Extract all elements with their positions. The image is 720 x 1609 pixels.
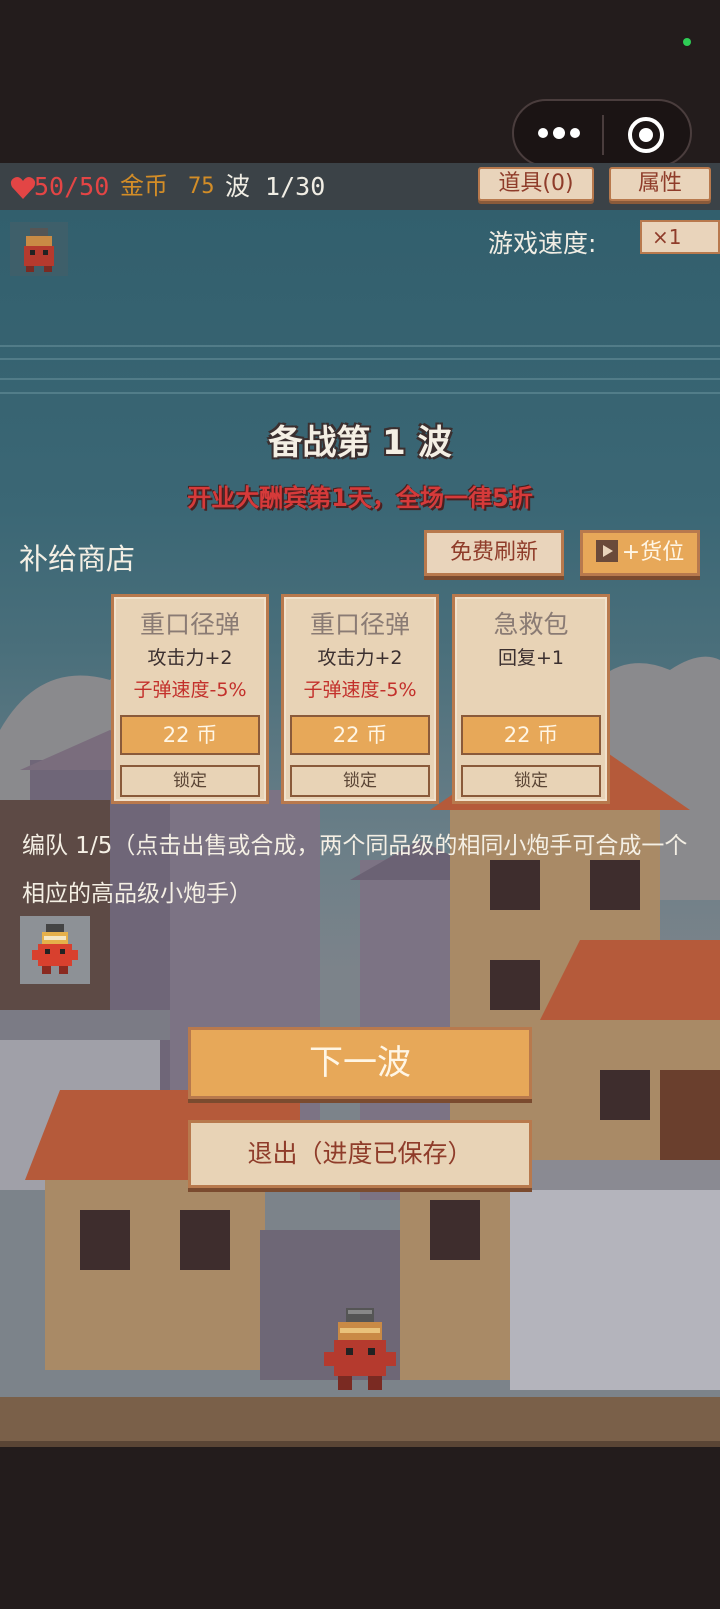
ground-edge — [0, 1441, 720, 1447]
card-stat: 回复+1 — [497, 647, 564, 669]
card-name: 重口径弹 — [139, 610, 240, 639]
speed-button[interactable]: ×1 — [640, 220, 720, 254]
ground — [0, 1397, 720, 1447]
sky-stripe — [0, 378, 720, 380]
add-slot-label: +货位 — [621, 540, 685, 565]
wave-counter: 波 1/30 — [225, 172, 326, 201]
card-name: 重口径弹 — [309, 610, 410, 639]
shop-card[interactable]: 重口径弹 攻击力+2 子弹速度-5% 22 币 锁定 — [281, 594, 439, 804]
gunner-icon — [32, 924, 78, 974]
lock-button[interactable]: 锁定 — [120, 765, 260, 797]
sky-stripe — [0, 345, 720, 347]
sky-stripe — [0, 358, 720, 360]
prep-title: 备战第 1 波 — [268, 423, 452, 463]
promo-banner: 开业大酬宾第1天，全场一律5折 — [187, 484, 533, 512]
miniprogram-capsule — [512, 99, 692, 167]
next-wave-button[interactable]: 下一波 — [188, 1027, 532, 1099]
team-member-slot[interactable] — [20, 916, 90, 984]
gunner-avatar-icon — [24, 228, 54, 272]
buy-button[interactable]: 22 币 — [290, 715, 430, 755]
card-stat: 攻击力+2 — [317, 647, 403, 669]
items-button[interactable]: 道具(0) — [478, 167, 594, 201]
gold-value: 75 — [188, 174, 215, 199]
close-target-icon[interactable] — [626, 115, 666, 155]
buy-button[interactable]: 22 币 — [120, 715, 260, 755]
player-character — [324, 1308, 396, 1390]
hp-value: 50/50 — [34, 172, 110, 201]
player-avatar[interactable] — [10, 222, 68, 276]
video-play-icon — [595, 540, 618, 562]
card-name: 急救包 — [493, 610, 569, 639]
sky-stripe — [0, 392, 720, 394]
lock-button[interactable]: 锁定 — [461, 765, 601, 797]
add-slot-button[interactable]: +货位 — [580, 530, 700, 576]
lock-button[interactable]: 锁定 — [290, 765, 430, 797]
shop-title: 补给商店 — [19, 542, 136, 576]
shop-card[interactable]: 重口径弹 攻击力+2 子弹速度-5% 22 币 锁定 — [111, 594, 269, 804]
more-icon[interactable] — [536, 121, 582, 145]
exit-button[interactable]: 退出（进度已保存） — [188, 1120, 532, 1188]
status-dot — [683, 38, 691, 46]
heart-icon — [10, 177, 36, 199]
free-refresh-button[interactable]: 免费刷新 — [424, 530, 564, 576]
speed-label: 游戏速度: — [488, 229, 597, 258]
card-stat-negative: 子弹速度-5% — [303, 679, 417, 701]
capsule-divider — [602, 115, 604, 155]
buy-button[interactable]: 22 币 — [461, 715, 601, 755]
card-stat-negative: 子弹速度-5% — [133, 679, 247, 701]
team-info: 编队 1/5（点击出售或合成，两个同品级的相同小炮手可合成一个相应的高品级小炮手… — [22, 833, 688, 907]
hud-bar: 50/50 金币 75 波 1/30 道具(0) 属性 — [0, 163, 720, 210]
shop-card[interactable]: 急救包 回复+1 22 币 锁定 — [452, 594, 610, 804]
gold-label: 金币 — [120, 172, 168, 200]
card-stat: 攻击力+2 — [147, 647, 233, 669]
attributes-button[interactable]: 属性 — [609, 167, 711, 201]
